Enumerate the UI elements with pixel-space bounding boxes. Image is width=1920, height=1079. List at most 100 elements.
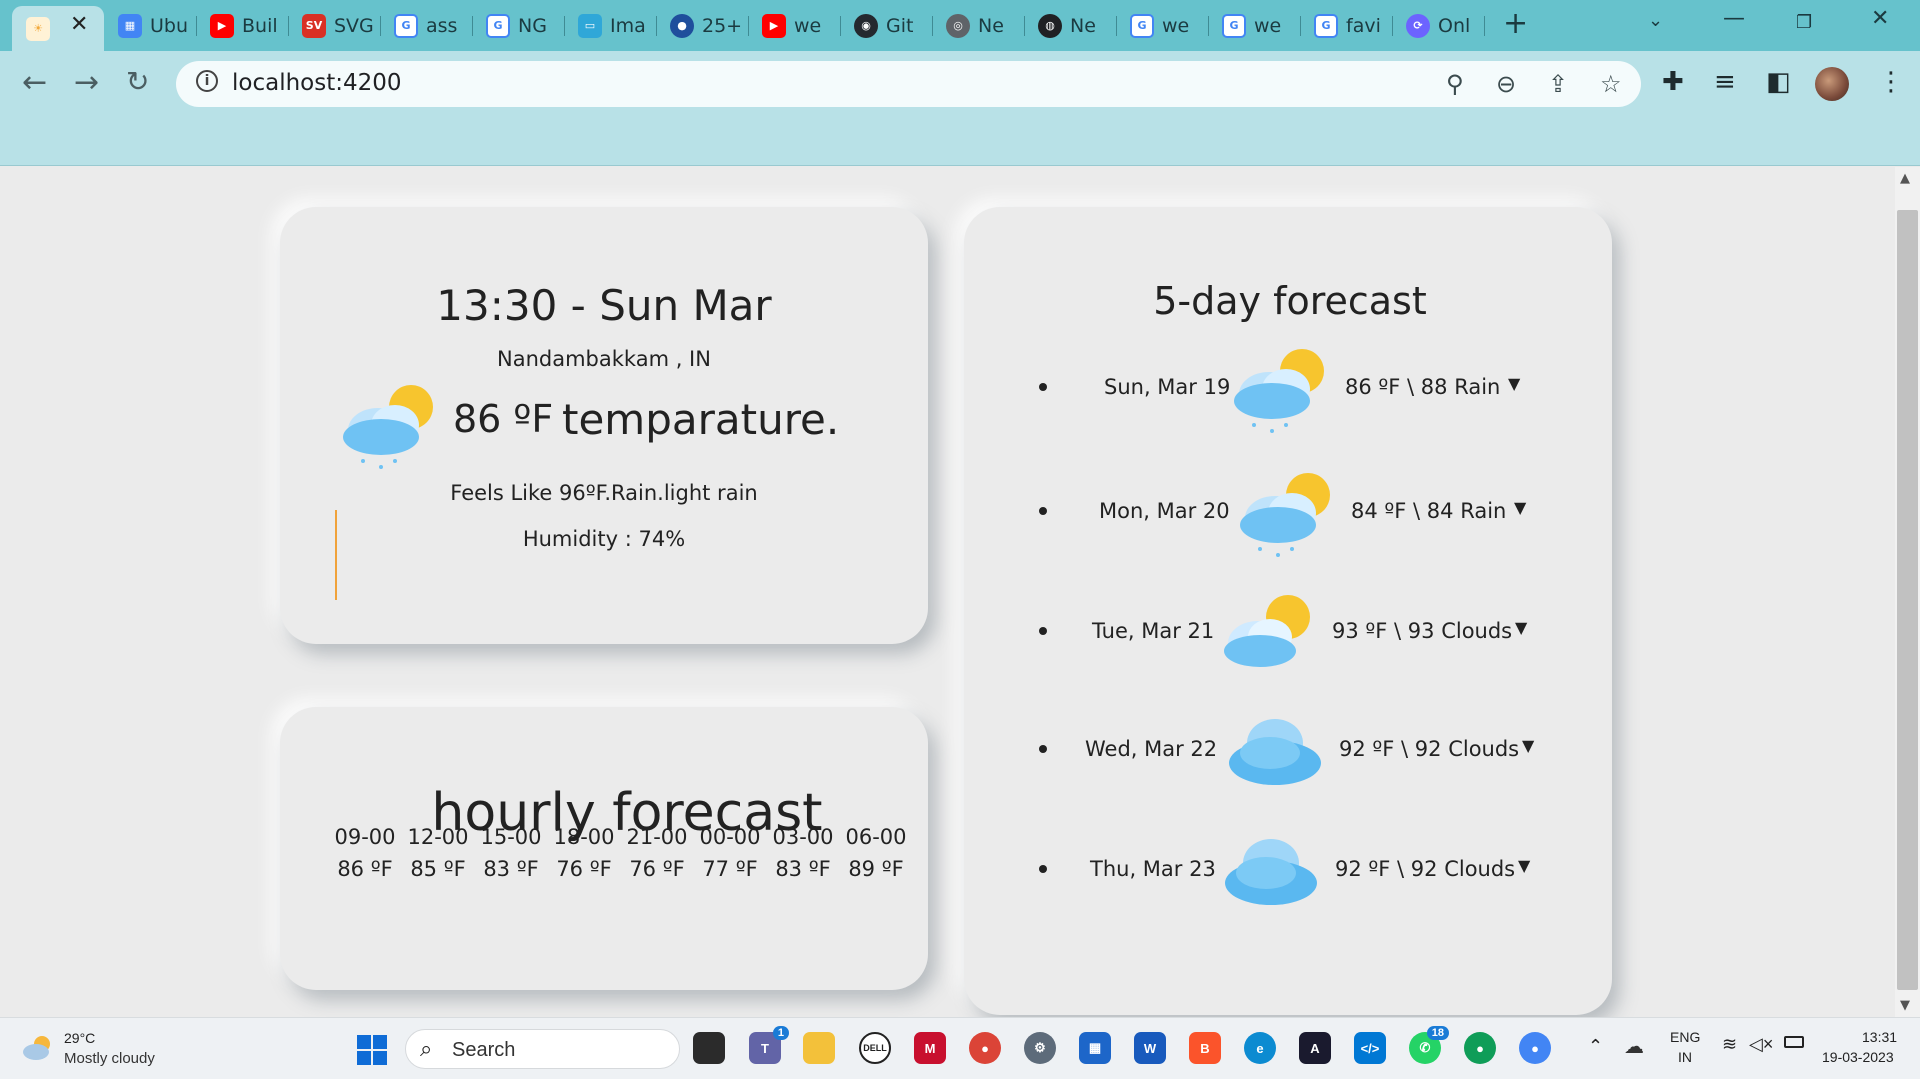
sun-cloud-rain-icon [1240,473,1330,557]
taskbar: 29°C Mostly cloudy ⌕ Search T1 DELL M ● … [0,1017,1920,1079]
brave-icon[interactable]: B [1189,1032,1221,1064]
tab-strip: ☀ ✕ ▦ Ubu ▶ Buil SV SVG Gass G NG ▭ Ima ● 25+ … [0,0,1920,51]
taskbar-weather-desc: Mostly cloudy [64,1050,155,1067]
forecast-day[interactable]: Wed, Mar 22 92 ºF \ 92 Clouds ▼ [964,719,1604,789]
tab-search-icon[interactable]: ⌄ [1648,10,1663,31]
profile-avatar[interactable] [1815,67,1849,101]
chrome-icon[interactable]: ● [969,1032,1001,1064]
hourly-temp: 77 ºF [702,857,758,881]
tab[interactable]: ▶ Buil [196,8,288,43]
whatsapp-icon[interactable]: ✆ 18 [1409,1026,1449,1064]
sun-cloud-icon [1224,595,1310,667]
google-icon: G [1222,13,1246,38]
new-tab-icon[interactable]: + [1503,6,1528,41]
tab[interactable]: ◉ Git [840,8,932,43]
reload-icon[interactable]: ↻ [126,65,149,98]
tab[interactable]: ◎ Ne [932,8,1024,43]
tab-divider [1484,16,1485,36]
clock-date[interactable]: 19-03-2023 [1822,1049,1894,1065]
side-panel-icon[interactable]: ◧ [1766,67,1791,97]
restore-icon[interactable]: ❐ [1796,12,1812,33]
dropdown-caret-icon[interactable]: ▼ [1508,374,1520,393]
settings-icon[interactable]: ⚙ [1024,1032,1056,1064]
sun-cloud-rain-icon [343,385,433,469]
hourly-time: 06-00 [845,825,907,849]
tab[interactable]: Gwe [1208,8,1300,43]
edge-icon[interactable]: e [1244,1032,1276,1064]
dropdown-caret-icon[interactable]: ▼ [1522,736,1534,755]
five-day-forecast-card: 5-day forecast Sun, Mar 19 86 ºF \ 88 Ra… [964,207,1612,1015]
vscode-icon[interactable]: </> [1354,1032,1386,1064]
site-info-icon[interactable]: i [196,70,218,92]
forecast-day[interactable]: Tue, Mar 21 93 ºF \ 93 Clouds ▼ [964,595,1604,671]
store-icon[interactable]: ▦ [1079,1032,1111,1064]
location-pin-icon[interactable]: ⚲ [1446,70,1464,98]
tab[interactable]: Gwe [1116,8,1208,43]
dropdown-caret-icon[interactable]: ▼ [1518,856,1530,875]
language-in[interactable]: IN [1678,1049,1692,1065]
task-view-icon[interactable] [693,1032,725,1064]
scroll-up-arrow[interactable]: ▲ [1900,171,1910,186]
back-icon[interactable]: ← [22,65,47,100]
close-tab-icon[interactable]: ✕ [70,12,88,37]
taskbar-search[interactable]: ⌕ Search [405,1029,680,1069]
language-eng[interactable]: ENG [1670,1029,1700,1045]
tab[interactable]: SV SVG [288,8,380,43]
volume-muted-icon[interactable]: ◁× [1749,1034,1773,1055]
file-explorer-icon[interactable] [803,1032,835,1064]
share-icon[interactable]: ⇪ [1548,70,1568,98]
tray-chevron-icon[interactable]: ⌃ [1588,1036,1603,1057]
tab-active[interactable]: ☀ [12,6,104,51]
search-placeholder: Search [452,1039,516,1061]
forecast-day[interactable]: Mon, Mar 20 84 ºF \ 84 Rain ▼ [964,473,1604,557]
address-bar[interactable]: i localhost:4200 ⚲ ⊖ ⇪ ☆ [176,61,1641,107]
tab[interactable]: ▶ we [748,8,840,43]
cloud-icon [1225,839,1317,905]
forecast-date: Mon, Mar 20 [1099,499,1230,523]
adobe-icon[interactable]: A [1299,1032,1331,1064]
url-text[interactable]: localhost:4200 [232,70,402,96]
start-button[interactable] [357,1035,387,1065]
dell-icon[interactable]: DELL [859,1032,891,1064]
tab[interactable]: G NG [472,8,564,43]
bookmark-star-icon[interactable]: ☆ [1600,70,1622,98]
dropdown-caret-icon[interactable]: ▼ [1514,498,1526,517]
tab[interactable]: Gfavi [1300,8,1392,43]
chrome-profile-icon[interactable]: ● [1464,1032,1496,1064]
scroll-down-arrow[interactable]: ▼ [1900,998,1910,1013]
close-window-icon[interactable]: ✕ [1871,6,1889,31]
zoom-icon[interactable]: ⊖ [1496,70,1516,98]
chrome-active-icon[interactable]: ● [1519,1032,1551,1064]
hourly-item: 18-00 76 ºF [549,825,619,889]
profile-icon: ● [670,13,694,38]
forecast-date: Sun, Mar 19 [1104,375,1231,399]
teams-icon[interactable]: T1 [749,1026,789,1064]
menu-kebab-icon[interactable]: ⋮ [1878,67,1904,97]
forward-icon[interactable]: → [74,65,99,100]
media-control-icon[interactable]: ≡ [1714,67,1736,97]
minimize-icon[interactable]: — [1723,6,1745,31]
hourly-item: 06-00 89 ºF [841,825,911,889]
tab[interactable]: ⟳ Onl [1392,8,1484,43]
tab[interactable]: ◍ Ne [1024,8,1116,43]
tab[interactable]: ▦ Ubu [104,8,196,43]
forecast-day[interactable]: Sun, Mar 19 86 ºF \ 88 Rain ▼ [964,349,1604,433]
word-icon[interactable]: W [1134,1032,1166,1064]
scrollbar-thumb[interactable] [1897,210,1918,990]
onedrive-icon[interactable]: ☁ [1624,1034,1644,1059]
forecast-day[interactable]: Thu, Mar 23 92 ºF \ 92 Clouds ▼ [964,839,1604,909]
tab[interactable]: ● 25+ [656,8,748,43]
battery-icon[interactable] [1784,1036,1804,1048]
hourly-time: 03-00 [772,825,834,849]
clock-time[interactable]: 13:31 [1862,1029,1897,1045]
tab[interactable]: Gass [380,8,472,43]
tab[interactable]: ▭ Ima [564,8,656,43]
hourly-time: 00-00 [699,825,761,849]
wifi-icon[interactable]: ≋ [1722,1034,1737,1055]
dropdown-caret-icon[interactable]: ▼ [1515,618,1527,637]
weather-widget-icon[interactable] [20,1032,56,1064]
hourly-temp: 83 ºF [775,857,831,881]
taskbar-weather-temp: 29°C [64,1030,96,1046]
extensions-icon[interactable]: ✚ [1662,67,1684,97]
mcafee-icon[interactable]: M [914,1032,946,1064]
